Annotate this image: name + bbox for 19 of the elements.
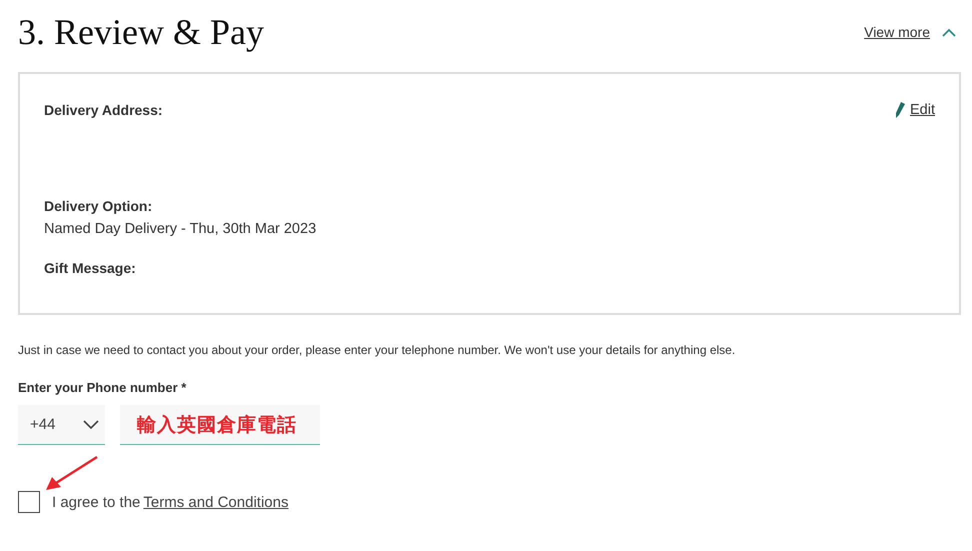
terms-link[interactable]: Terms and Conditions [143, 494, 288, 510]
section-label: Gift Message: [44, 260, 136, 276]
arrow-annotation [44, 455, 100, 491]
section-label: Delivery Option: [44, 198, 152, 214]
page-title: 3. Review & Pay [18, 11, 264, 53]
edit-link[interactable]: Edit [910, 102, 935, 118]
view-more-link[interactable]: View more [864, 24, 930, 40]
agree-checkbox[interactable] [18, 491, 40, 513]
chevron-down-icon [83, 420, 99, 430]
phone-input-field[interactable]: 輸入英國倉庫電話 [120, 405, 320, 445]
section-value: Named Day Delivery - Thu, 30th Mar 2023 [44, 221, 316, 237]
section-label: Delivery Address: [44, 102, 163, 118]
pencil-icon[interactable] [895, 102, 905, 118]
phone-label: Enter your Phone number * [18, 380, 186, 395]
chevron-up-icon[interactable] [942, 28, 956, 36]
annotation-text: 輸入英國倉庫電話 [137, 414, 297, 438]
contact-note: Just in case we need to contact you about your order, please enter your telephone number. We won't use your details for anything else. [18, 343, 736, 357]
agree-text: I agree to the Terms and Conditions [52, 494, 288, 510]
country-code-select[interactable]: +44 [18, 405, 105, 445]
